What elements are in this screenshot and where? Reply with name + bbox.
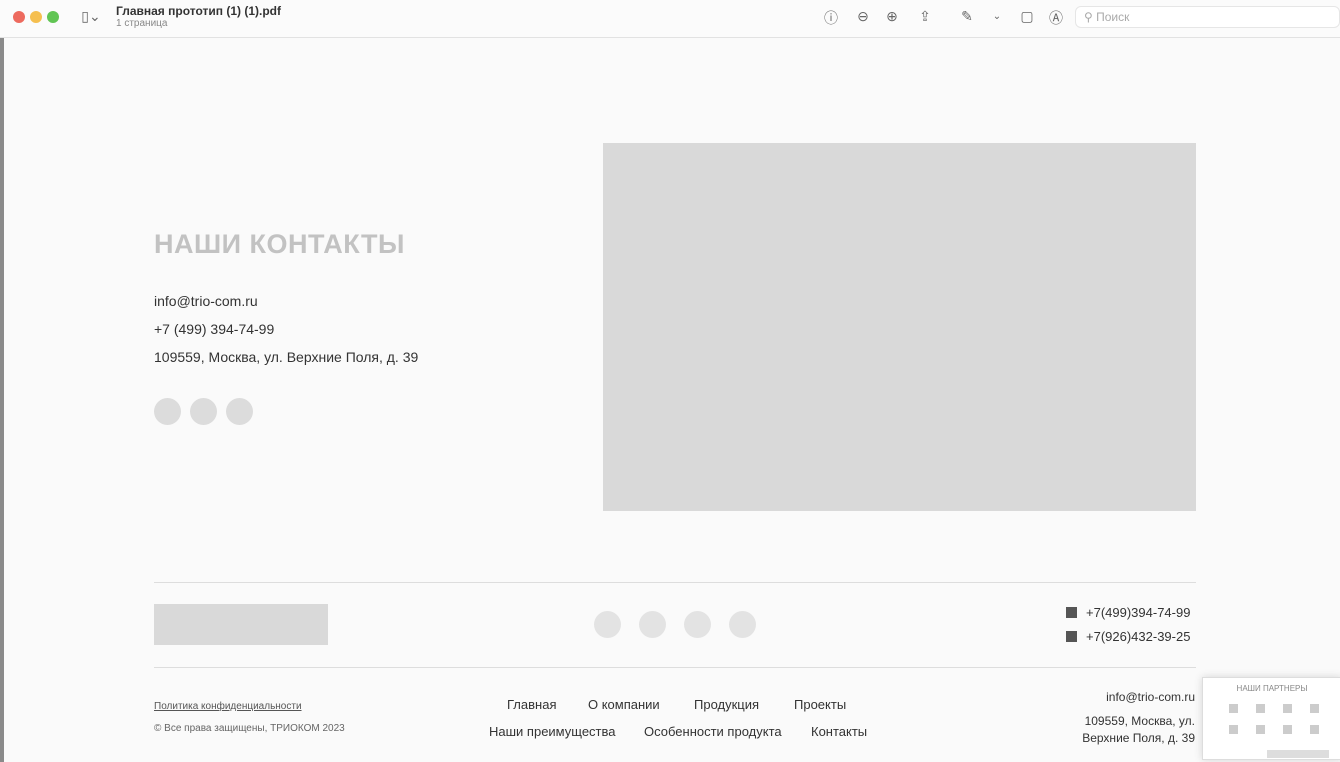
partner-logo bbox=[1256, 704, 1265, 713]
social-icon[interactable] bbox=[594, 611, 621, 638]
search-input[interactable]: ⚲ Поиск bbox=[1075, 6, 1340, 28]
footer-phone-1[interactable]: +7(499)394-74-99 bbox=[1086, 605, 1190, 620]
minimize-button[interactable] bbox=[30, 11, 42, 23]
partner-logo bbox=[1229, 704, 1238, 713]
page-thumbnail[interactable]: НАШИ ПАРТНЕРЫ bbox=[1202, 677, 1340, 760]
phone-icon bbox=[1066, 607, 1077, 618]
contact-address: 109559, Москва, ул. Верхние Поля, д. 39 bbox=[154, 349, 419, 365]
sidebar-icon[interactable]: ▯⌄ bbox=[77, 8, 105, 25]
rotate-icon[interactable]: ▢ bbox=[1017, 8, 1037, 25]
nav-link-products[interactable]: Продукция bbox=[694, 697, 759, 712]
divider bbox=[154, 582, 1196, 583]
document-title: Главная прототип (1) (1).pdf bbox=[116, 4, 281, 18]
social-icon[interactable] bbox=[639, 611, 666, 638]
logo-placeholder[interactable] bbox=[154, 604, 328, 645]
thumbnail-heading: НАШИ ПАРТНЕРЫ bbox=[1236, 684, 1308, 693]
nav-link-features[interactable]: Особенности продукта bbox=[644, 724, 782, 739]
divider bbox=[154, 667, 1196, 668]
info-icon[interactable]: ⓘ bbox=[821, 8, 841, 28]
phone-icon bbox=[1066, 631, 1077, 642]
social-icon[interactable] bbox=[190, 398, 217, 425]
footer-address-2: Верхние Поля, д. 39 bbox=[1082, 731, 1195, 745]
footer-address-1: 109559, Москва, ул. bbox=[1084, 714, 1195, 728]
social-icon[interactable] bbox=[729, 611, 756, 638]
close-button[interactable] bbox=[13, 11, 25, 23]
footer-email[interactable]: info@trio-com.ru bbox=[1106, 690, 1195, 704]
partner-logo bbox=[1229, 725, 1238, 734]
zoom-button[interactable] bbox=[47, 11, 59, 23]
partner-logo bbox=[1256, 725, 1265, 734]
zoom-in-icon[interactable]: ⊕ bbox=[882, 8, 902, 25]
partner-logo bbox=[1310, 704, 1319, 713]
title-bar: ▯⌄ Главная прототип (1) (1).pdf 1 страни… bbox=[0, 0, 1340, 38]
footer-phone-2[interactable]: +7(926)432-39-25 bbox=[1086, 629, 1190, 644]
social-icon[interactable] bbox=[154, 398, 181, 425]
zoom-out-icon[interactable]: ⊖ bbox=[853, 8, 873, 25]
nav-link-projects[interactable]: Проекты bbox=[794, 697, 846, 712]
share-icon[interactable]: ⇪ bbox=[915, 8, 935, 25]
social-icon[interactable] bbox=[226, 398, 253, 425]
search-icon: ⚲ bbox=[1084, 10, 1097, 24]
partner-logo bbox=[1283, 725, 1292, 734]
map-placeholder bbox=[603, 143, 1196, 511]
contact-phone[interactable]: +7 (499) 394-74-99 bbox=[154, 321, 274, 337]
scroll-edge bbox=[0, 38, 4, 762]
copyright: © Все права защищены, ТРИОКОМ 2023 bbox=[154, 723, 345, 734]
privacy-link[interactable]: Политика конфиденциальности bbox=[154, 701, 302, 712]
nav-link-about[interactable]: О компании bbox=[588, 697, 660, 712]
nav-link-advantages[interactable]: Наши преимущества bbox=[489, 724, 616, 739]
chevron-down-icon[interactable]: ⌄ bbox=[987, 11, 1007, 22]
partner-logo bbox=[1310, 725, 1319, 734]
nav-link-home[interactable]: Главная bbox=[507, 697, 556, 712]
partner-logo bbox=[1283, 704, 1292, 713]
nav-link-contacts[interactable]: Контакты bbox=[811, 724, 867, 739]
social-icon[interactable] bbox=[684, 611, 711, 638]
page-count: 1 страница bbox=[116, 18, 168, 29]
contacts-heading: НАШИ КОНТАКТЫ bbox=[154, 229, 405, 259]
markup-pen-icon[interactable]: ✎ bbox=[957, 8, 977, 25]
annotate-icon[interactable]: Ⓐ bbox=[1046, 8, 1066, 28]
thumbnail-footer bbox=[1267, 750, 1329, 758]
contact-email[interactable]: info@trio-com.ru bbox=[154, 293, 258, 309]
